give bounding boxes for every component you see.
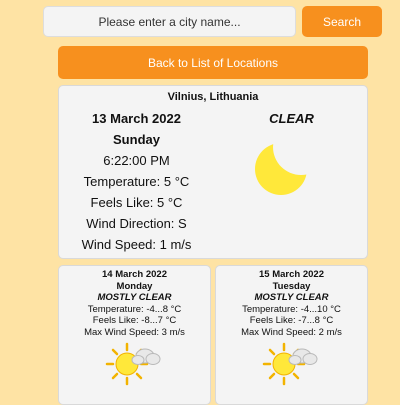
search-button[interactable]: Search [302,6,382,37]
current-wind-direction: Wind Direction: S [86,216,187,231]
current-weather-card: Vilnius, Lithuania 13 March 2022 Sunday … [58,85,368,259]
location-name: Vilnius, Lithuania [167,91,259,103]
current-feels-like: Feels Like: 5 °C [90,195,183,210]
forecast-wind: Max Wind Speed: 3 m/s [84,326,185,338]
forecast-day: Monday [116,280,153,292]
forecast-condition: MOSTLY CLEAR [254,292,329,303]
moon-icon [255,143,307,195]
forecast-condition: MOSTLY CLEAR [97,292,172,303]
forecast-card: 14 March 2022 Monday MOSTLY CLEAR Temper… [58,265,211,405]
forecast-wind: Max Wind Speed: 2 m/s [241,326,342,338]
forecast-date: 14 March 2022 [102,269,167,280]
current-details: 13 March 2022 Sunday 6:22:00 PM Temperat… [59,108,214,255]
forecast-day: Tuesday [272,280,311,292]
forecast-feels-like: Feels Like: -8...7 °C [92,315,177,326]
forecast-date: 15 March 2022 [259,269,324,280]
forecast-temperature: Temperature: -4...10 °C [242,303,341,315]
current-temperature: Temperature: 5 °C [83,174,190,189]
current-day: Sunday [113,132,160,147]
forecast-card: 15 March 2022 Tuesday MOSTLY CLEAR Tempe… [215,265,368,405]
current-time: 6:22:00 PM [103,153,170,168]
current-wind-speed: Wind Speed: 1 m/s [81,237,192,252]
current-condition-block: CLEAR [224,108,359,195]
current-date: 13 March 2022 [92,111,181,126]
partly-cloudy-sun-icon [105,342,160,386]
search-input[interactable] [43,6,296,37]
forecast-feels-like: Feels Like: -7...8 °C [249,315,334,326]
forecast-temperature: Temperature: -4...8 °C [87,303,182,315]
back-to-locations-button[interactable]: Back to List of Locations [58,46,368,79]
partly-cloudy-sun-icon [262,342,317,386]
current-condition: CLEAR [269,111,314,126]
